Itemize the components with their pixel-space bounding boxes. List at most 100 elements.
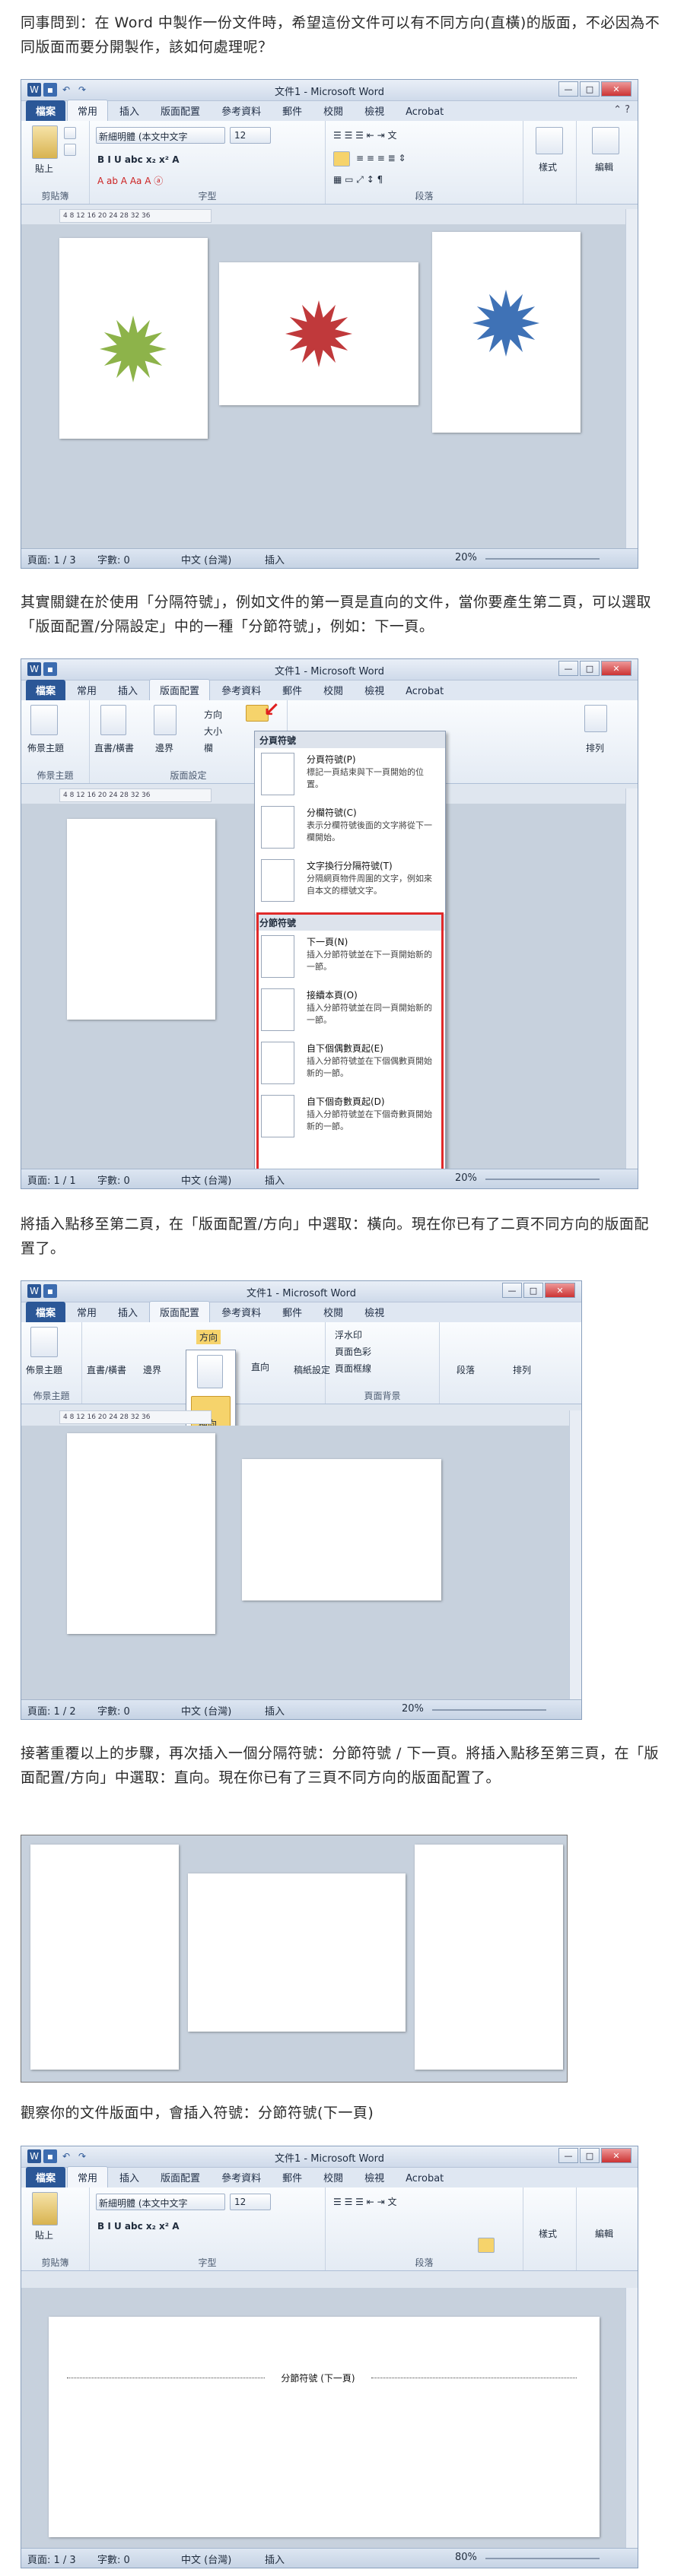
margins-label[interactable]: 邊界 [143,1363,161,1376]
close-button[interactable]: ✕ [601,81,632,97]
tab-mailings[interactable]: 郵件 [272,100,312,121]
arrange-icon[interactable] [584,705,607,732]
zoom-slider[interactable] [432,1709,546,1711]
page-borders-button[interactable]: 頁面框線 [335,1362,371,1375]
language-status[interactable]: 中文 (台灣) [181,2552,231,2566]
paragraph-label[interactable]: 段落 [457,1363,475,1376]
tab-acrobat[interactable]: Acrobat [396,103,453,121]
green-star-shape[interactable] [59,238,208,439]
tab-acrobat[interactable]: Acrobat [396,2170,453,2187]
close-button[interactable]: ✕ [545,1283,575,1298]
vertical-scrollbar[interactable] [569,1410,581,1701]
text-direction-label[interactable]: 直書/橫書 [87,1363,126,1376]
tab-layout[interactable]: 版面配置 [149,679,211,700]
close-button[interactable]: ✕ [601,2148,632,2163]
tab-home[interactable]: 常用 [67,2166,109,2187]
zoom-slider[interactable] [485,1179,600,1180]
word-count-status[interactable]: 字數: 0 [97,552,130,566]
themes-label[interactable]: 佈景主題 [26,1363,62,1376]
insert-mode-status[interactable]: 插入 [265,1703,285,1718]
tab-review[interactable]: 校閱 [313,1302,353,1322]
paste-label[interactable]: 貼上 [35,162,53,175]
themes-label[interactable]: 佈景主題 [27,741,64,754]
vertical-scrollbar[interactable] [625,788,638,1170]
zoom-slider[interactable] [485,558,600,560]
text-direction-label[interactable]: 直書/橫書 [94,741,134,754]
list-icons[interactable]: ☰ ☰ ☰ ⇤ ⇥ 文 [333,2195,396,2208]
tab-references[interactable]: 參考資料 [212,2167,271,2187]
themes-icon[interactable] [30,705,58,735]
align-icons[interactable]: ≡ ≡ ≡ ≣ ⇕ [356,153,406,163]
tab-home[interactable]: 常用 [67,1302,107,1322]
tab-references[interactable]: 參考資料 [212,1302,271,1322]
editing-label[interactable]: 編輯 [595,160,613,173]
minimize-button[interactable]: — [558,661,578,676]
show-marks-icon[interactable] [478,2238,495,2253]
tab-acrobat[interactable]: Acrobat [396,683,453,700]
paste-icon[interactable] [32,2192,58,2225]
zoom-slider[interactable] [485,2558,600,2559]
menu-item-page-break[interactable]: 分頁符號(P) 標記一頁結束與下一頁開始的位置。 [259,750,441,801]
minimize-button[interactable]: — [502,1283,522,1298]
tab-mailings[interactable]: 郵件 [272,680,312,700]
paste-label[interactable]: 貼上 [35,2229,53,2241]
tab-insert[interactable]: 插入 [110,2167,149,2187]
font-color-icons[interactable]: A ab A Aa A ⓐ [97,174,163,187]
page-count-status[interactable]: 頁面: 1 / 3 [27,2552,76,2566]
tab-review[interactable]: 校閱 [313,680,353,700]
tab-mailings[interactable]: 郵件 [272,2167,312,2187]
columns-button[interactable]: 欄 [204,741,213,754]
page-count-status[interactable]: 頁面: 1 / 2 [27,1703,76,1718]
tab-references[interactable]: 參考資料 [212,680,271,700]
tab-file[interactable]: 檔案 [26,1302,66,1322]
word-count-status[interactable]: 字數: 0 [97,2552,130,2566]
page-count-status[interactable]: 頁面: 1 / 3 [27,552,76,566]
portrait-option-icon[interactable] [197,1355,223,1388]
tab-home[interactable]: 常用 [67,100,109,121]
editing-icon[interactable] [592,127,619,154]
tab-insert[interactable]: 插入 [108,1302,148,1322]
word-count-status[interactable]: 字數: 0 [97,1172,130,1187]
tab-review[interactable]: 校閱 [313,2167,353,2187]
tab-layout[interactable]: 版面配置 [151,100,210,121]
close-button[interactable]: ✕ [601,661,632,676]
tab-file[interactable]: 檔案 [26,680,66,700]
maximize-button[interactable]: □ [580,661,600,676]
page-count-status[interactable]: 頁面: 1 / 1 [27,1172,76,1187]
font-format-icons[interactable]: B I U abc x₂ x² A [97,154,180,165]
styles-label[interactable]: 樣式 [539,2227,557,2240]
tab-layout[interactable]: 版面配置 [149,1301,211,1322]
blue-star-shape[interactable] [432,232,581,433]
tab-references[interactable]: 參考資料 [212,100,271,121]
word-count-status[interactable]: 字數: 0 [97,1703,130,1718]
align-left-icon[interactable] [333,151,350,167]
minimize-button[interactable]: — [558,81,578,97]
arrange-label[interactable]: 排列 [513,1363,531,1376]
insert-mode-status[interactable]: 插入 [265,2552,285,2566]
tab-insert[interactable]: 插入 [108,680,148,700]
horizontal-ruler[interactable]: 4 8 12 16 20 24 28 32 36 [59,1410,212,1424]
styles-icon[interactable] [536,127,563,154]
tab-view[interactable]: 檢視 [355,680,394,700]
vertical-scrollbar[interactable] [625,2288,638,2549]
orientation-button[interactable]: 方向 [196,1330,221,1344]
minimize-button[interactable]: — [558,2148,578,2163]
list-icons[interactable]: ☰ ☰ ☰ ⇤ ⇥ 文 [333,128,396,141]
watermark-button[interactable]: 浮水印 [335,1328,362,1341]
portrait-label[interactable]: 直向 [251,1360,269,1373]
tab-view[interactable]: 檢視 [355,1302,394,1322]
tab-view[interactable]: 檢視 [355,100,394,121]
language-status[interactable]: 中文 (台灣) [181,552,231,566]
text-direction-icon[interactable] [100,705,126,735]
tab-home[interactable]: 常用 [67,680,107,700]
red-star-shape[interactable] [219,262,418,405]
horizontal-ruler[interactable]: 4 8 12 16 20 24 28 32 36 [59,788,212,802]
tab-mailings[interactable]: 郵件 [272,1302,312,1322]
maximize-button[interactable]: □ [580,81,600,97]
help-icon[interactable]: ⌃ ? [613,104,630,116]
shading-icons[interactable]: ▦ ▭ ⤢ ↕ ¶ [333,174,383,186]
paste-icon[interactable] [32,125,58,159]
insert-mode-status[interactable]: 插入 [265,1172,285,1187]
themes-icon[interactable] [30,1327,58,1357]
tab-file[interactable]: 檔案 [26,2167,66,2187]
